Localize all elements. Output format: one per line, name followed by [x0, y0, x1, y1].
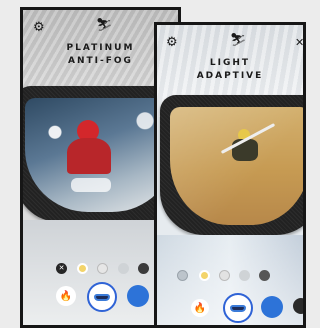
blue-lens-button[interactable] [127, 285, 149, 307]
color-option-gold[interactable] [199, 270, 210, 281]
goggle-frame [160, 95, 303, 235]
clear-color-option[interactable] [177, 270, 188, 281]
goggle-select-button[interactable] [87, 282, 117, 312]
skier-icon: ⛷ [96, 18, 113, 33]
snow-spray [71, 178, 111, 192]
close-icon[interactable]: ✕ [295, 36, 303, 49]
color-option-gold[interactable] [77, 263, 88, 274]
color-option-silver[interactable] [97, 263, 108, 274]
color-option-grey[interactable] [118, 263, 129, 274]
goggle-lens-view [25, 98, 175, 212]
fire-mode-button[interactable]: 🔥 [56, 286, 76, 306]
screen-title-line1: LIGHT [209, 58, 251, 68]
goggle-select-button[interactable] [223, 293, 253, 323]
goggle-icon [230, 304, 246, 312]
blue-lens-button[interactable] [261, 296, 283, 318]
skier-icon: ⛷ [230, 33, 247, 48]
color-option-black[interactable] [138, 263, 149, 274]
dark-lens-button[interactable] [293, 298, 303, 314]
fire-mode-button[interactable]: 🔥 [191, 299, 209, 317]
color-option-silver[interactable] [219, 270, 230, 281]
color-option-black[interactable] [259, 270, 270, 281]
goggle-icon [94, 293, 110, 301]
gear-icon[interactable]: ⚙ [166, 36, 178, 49]
clear-color-option[interactable]: ✕ [56, 263, 67, 274]
gear-icon[interactable]: ⚙ [33, 21, 45, 34]
screen-title-line2: ADAPTIVE [196, 71, 264, 81]
goggle-lens-view [170, 107, 303, 225]
light-adaptive-screen: ⚙ ⛷ ✕ LIGHT ADAPTIVE 🔥 [154, 22, 306, 328]
rider-body [67, 138, 111, 174]
color-option-grey[interactable] [239, 270, 250, 281]
